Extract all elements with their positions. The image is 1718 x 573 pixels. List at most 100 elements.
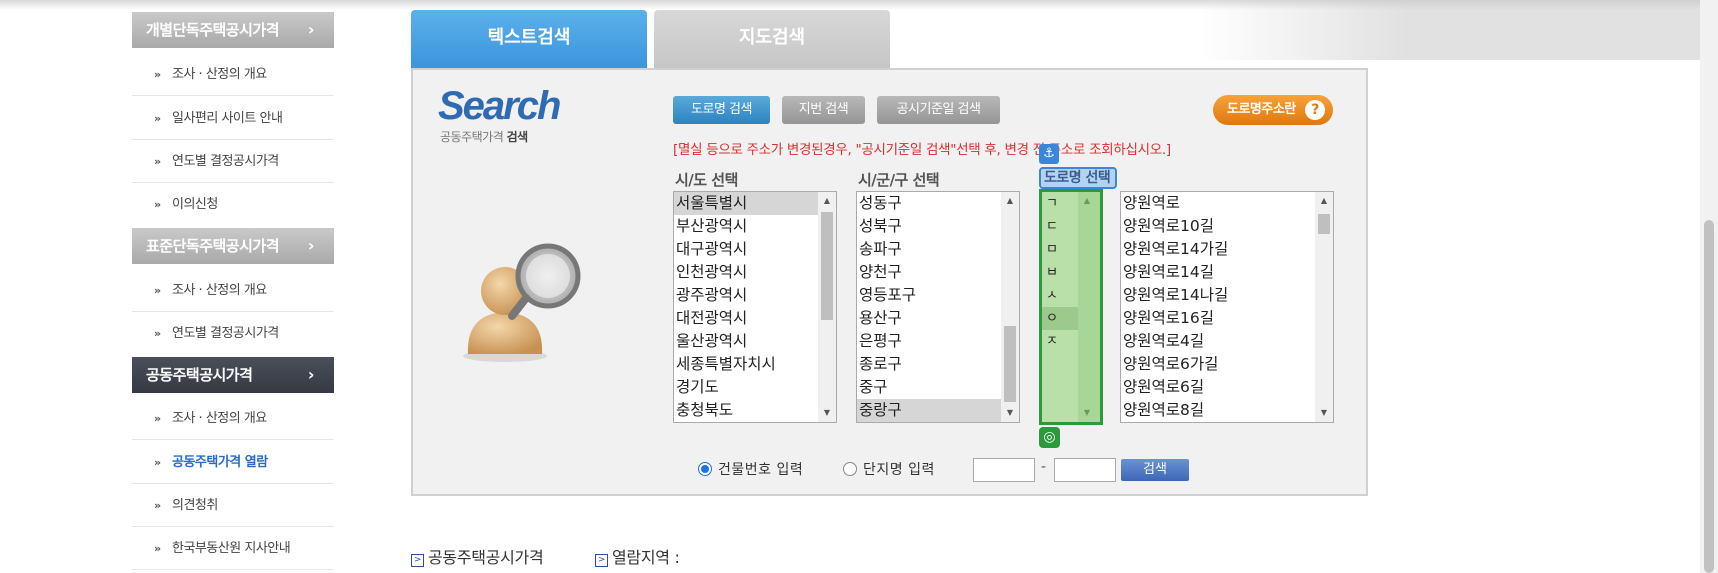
road-select-title: 도로명 선택 bbox=[1039, 167, 1117, 189]
list-item[interactable]: 울산광역시 bbox=[674, 330, 836, 353]
user-search-icon bbox=[463, 243, 581, 362]
help-icon: ? bbox=[1305, 100, 1325, 120]
road-address-button[interactable]: 도로명주소란 ? bbox=[1213, 95, 1333, 125]
radio-complex-name[interactable]: 단지명 입력 bbox=[843, 459, 935, 479]
notice-text: [멸실 등으로 주소가 변경된경우, "공시기준일 검색"선택 후, 변경 전 … bbox=[673, 142, 1171, 158]
date-search-button[interactable]: 공시기준일 검색 bbox=[877, 96, 1000, 124]
apartment-price-label: 공동주택공시가격 bbox=[428, 548, 544, 567]
lot-search-button[interactable]: 지번 검색 bbox=[782, 96, 865, 124]
sidebar-item-label: 조사 · 산정의 개요 bbox=[172, 283, 267, 298]
sidebar-item-branch-guide[interactable]: » 한국부동산원 지사안내 bbox=[132, 527, 334, 570]
list-item[interactable]: 경기도 bbox=[674, 376, 836, 399]
sidebar-item-survey-overview[interactable]: » 조사 · 산정의 개요 bbox=[132, 397, 334, 440]
scrollbar[interactable]: ▲ ▼ bbox=[1315, 192, 1333, 422]
list-item[interactable]: 양원역로6길 bbox=[1121, 376, 1333, 399]
number-input-2[interactable] bbox=[1054, 458, 1116, 482]
list-item[interactable]: 양천구 bbox=[857, 261, 1019, 284]
arrow-box-icon: > bbox=[411, 554, 424, 567]
bullet-icon: » bbox=[154, 499, 161, 512]
apartment-price-link[interactable]: > 공동주택공시가격 bbox=[411, 544, 544, 568]
scroll-down-icon[interactable]: ▼ bbox=[818, 404, 836, 422]
radio-unchecked-icon[interactable] bbox=[843, 462, 857, 476]
bullet-icon: » bbox=[154, 112, 161, 125]
dash-separator: - bbox=[1041, 459, 1047, 475]
scroll-up-icon[interactable]: ▲ bbox=[1078, 192, 1096, 210]
scroll-down-icon[interactable]: ▼ bbox=[1078, 404, 1096, 422]
list-item[interactable]: 용산구 bbox=[857, 307, 1019, 330]
sigungu-title: 시/군/구 선택 bbox=[858, 171, 940, 189]
list-item[interactable]: 중랑구 bbox=[857, 399, 1019, 422]
list-item[interactable]: 양원역로16길 bbox=[1121, 307, 1333, 330]
list-item[interactable]: 대구광역시 bbox=[674, 238, 836, 261]
chevron-right-icon: › bbox=[307, 365, 315, 384]
list-item[interactable]: 성북구 bbox=[857, 215, 1019, 238]
sidebar-item-yearly-price[interactable]: » 연도별 결정공시가격 bbox=[132, 140, 334, 183]
scroll-thumb[interactable] bbox=[821, 212, 833, 320]
road-name-listbox[interactable]: 양원역로 양원역로10길 양원역로14가길 양원역로14길 양원역로14나길 양… bbox=[1120, 191, 1334, 423]
list-item[interactable]: 양원역로10길 bbox=[1121, 215, 1333, 238]
scrollbar[interactable]: ▲ ▼ bbox=[1078, 192, 1100, 422]
radio-complex-label: 단지명 입력 bbox=[863, 462, 935, 478]
radio-checked-icon[interactable] bbox=[698, 462, 712, 476]
list-item[interactable]: 인천광역시 bbox=[674, 261, 836, 284]
list-item[interactable]: 성동구 bbox=[857, 192, 1019, 215]
sidebar-section-apartment[interactable]: 공동주택공시가격 › bbox=[132, 357, 334, 393]
list-item[interactable]: 중구 bbox=[857, 376, 1019, 399]
list-item[interactable]: 충청북도 bbox=[674, 399, 836, 422]
radio-building-number[interactable]: 건물번호 입력 bbox=[698, 459, 803, 479]
list-item[interactable]: 양원역로14길 bbox=[1121, 261, 1333, 284]
sido-listbox[interactable]: 서울특별시 부산광역시 대구광역시 인천광역시 광주광역시 대전광역시 울산광역… bbox=[673, 191, 837, 423]
list-item[interactable]: 양원역로 bbox=[1121, 192, 1333, 215]
sidebar-section-individual-house[interactable]: 개별단독주택공시가격 › bbox=[132, 12, 334, 48]
list-item[interactable]: 은평구 bbox=[857, 330, 1019, 353]
tab-text-search[interactable]: 텍스트검색 bbox=[411, 10, 647, 68]
sidebar-item-survey-overview[interactable]: » 조사 · 산정의 개요 bbox=[132, 53, 334, 96]
sigungu-listbox[interactable]: 성동구 성북구 송파구 양천구 영등포구 용산구 은평구 종로구 중구 중랑구 … bbox=[856, 191, 1020, 423]
sidebar-item-label: 연도별 결정공시가격 bbox=[172, 326, 279, 341]
list-item[interactable]: 부산광역시 bbox=[674, 215, 836, 238]
list-item[interactable]: 서울특별시 bbox=[674, 192, 836, 215]
list-item[interactable]: 광주광역시 bbox=[674, 284, 836, 307]
road-search-button[interactable]: 도로명 검색 bbox=[673, 96, 770, 124]
page-scroll-thumb[interactable] bbox=[1704, 220, 1714, 573]
sidebar-item-ilsa-site[interactable]: » 일사편리 사이트 안내 bbox=[132, 97, 334, 140]
number-input-1[interactable] bbox=[973, 458, 1035, 482]
list-item[interactable]: 세종특별자치시 bbox=[674, 353, 836, 376]
list-item[interactable]: 대전광역시 bbox=[674, 307, 836, 330]
sidebar-item-opinion[interactable]: » 의견청취 bbox=[132, 484, 334, 527]
list-item[interactable]: 종로구 bbox=[857, 353, 1019, 376]
list-item[interactable]: 양원역로14가길 bbox=[1121, 238, 1333, 261]
sidebar-section-standard-house[interactable]: 표준단독주택공시가격 › bbox=[132, 228, 334, 264]
road-initial-listbox[interactable]: ㄱ ㄷ ㅁ ㅂ ㅅ ㅇ ㅈ ▲ ▼ bbox=[1039, 189, 1103, 425]
scroll-thumb[interactable] bbox=[1318, 214, 1330, 234]
list-item[interactable]: 양원역로4길 bbox=[1121, 330, 1333, 353]
arrow-box-icon: > bbox=[595, 554, 608, 567]
sidebar-item-objection[interactable]: » 이의신청 bbox=[132, 183, 334, 226]
sidebar-item-survey-overview[interactable]: » 조사 · 산정의 개요 bbox=[132, 269, 334, 312]
scroll-up-icon[interactable]: ▲ bbox=[1315, 192, 1333, 210]
tab-map-search[interactable]: 지도검색 bbox=[654, 10, 890, 68]
sidebar-item-yearly-price[interactable]: » 연도별 결정공시가격 bbox=[132, 312, 334, 355]
list-item[interactable]: 송파구 bbox=[857, 238, 1019, 261]
scroll-down-icon[interactable]: ▼ bbox=[1001, 404, 1019, 422]
chevron-right-icon: › bbox=[307, 20, 315, 39]
bullet-icon: » bbox=[154, 68, 161, 81]
list-item[interactable]: 영등포구 bbox=[857, 284, 1019, 307]
view-region-link[interactable]: > 열람지역 : bbox=[595, 544, 680, 568]
search-button[interactable]: 검색 bbox=[1121, 459, 1189, 481]
sidebar-item-apartment-price-view[interactable]: » 공동주택가격 열람 bbox=[132, 441, 334, 484]
page-scrollbar[interactable] bbox=[1700, 0, 1718, 573]
scroll-thumb[interactable] bbox=[1004, 326, 1016, 402]
list-item[interactable]: 양원역로14나길 bbox=[1121, 284, 1333, 307]
list-item[interactable]: 양원역로8길 bbox=[1121, 399, 1333, 422]
sidebar-item-label: 한국부동산원 지사안내 bbox=[172, 541, 291, 556]
scrollbar[interactable]: ▲ ▼ bbox=[1001, 192, 1019, 422]
scroll-up-icon[interactable]: ▲ bbox=[1001, 192, 1019, 210]
scroll-down-icon[interactable]: ▼ bbox=[1315, 404, 1333, 422]
list-item[interactable]: 양원역로6가길 bbox=[1121, 353, 1333, 376]
bullet-icon: » bbox=[154, 327, 161, 340]
scroll-up-icon[interactable]: ▲ bbox=[818, 192, 836, 210]
search-logo-subtitle: 공동주택가격 검색 bbox=[440, 128, 528, 145]
search-logo: Search bbox=[438, 84, 561, 128]
scrollbar[interactable]: ▲ ▼ bbox=[818, 192, 836, 422]
